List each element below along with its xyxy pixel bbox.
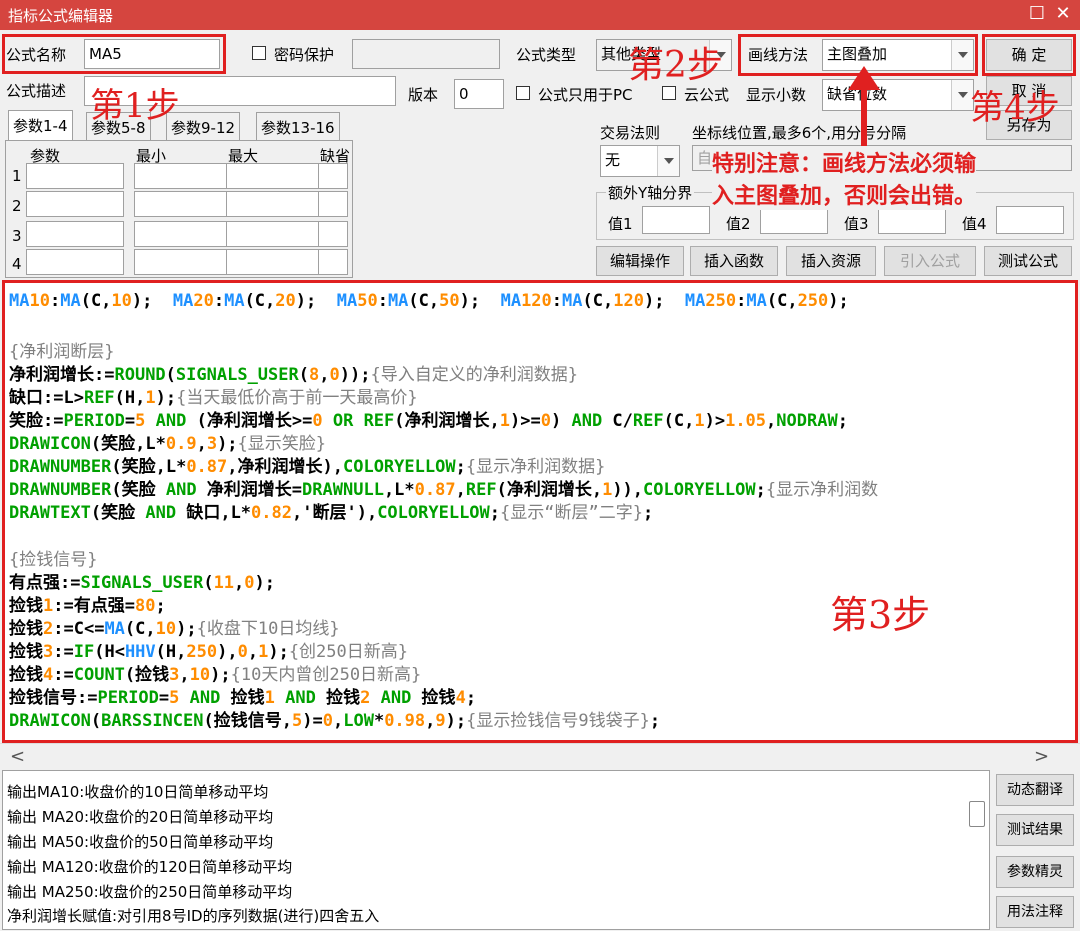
close-icon[interactable]: ✕ xyxy=(1052,3,1074,25)
version-label: 版本 xyxy=(408,86,439,104)
param-max-cell[interactable] xyxy=(226,249,324,275)
code-line: DRAWNUMBER(笑脸 AND 净利润增长=DRAWNULL,L*0.87,… xyxy=(9,480,879,500)
password-label: 密码保护 xyxy=(274,46,335,64)
usage-notes-button[interactable]: 用法注释 xyxy=(996,896,1074,928)
value3-label: 值3 xyxy=(844,215,869,233)
scroll-left-icon[interactable]: < xyxy=(10,746,25,767)
code-line: MA10:MA(C,10); MA20:MA(C,20); MA50:MA(C,… xyxy=(9,291,849,311)
pc-only-checkbox[interactable] xyxy=(516,86,530,100)
step1-annotation: 第1步 xyxy=(90,86,180,126)
value4-label: 值4 xyxy=(962,215,987,233)
dynamic-translate-button[interactable]: 动态翻译 xyxy=(996,774,1074,806)
pc-only-label: 公式只用于PC xyxy=(538,86,633,104)
param-min-cell[interactable] xyxy=(134,163,232,189)
param-grid-panel: 参数 最小 最大 缺省 1 2 3 4 xyxy=(5,140,353,278)
chevron-down-icon xyxy=(657,146,679,176)
param-default-cell[interactable] xyxy=(318,163,348,189)
trade-rule-select[interactable]: 无 xyxy=(600,145,680,177)
param-min-cell[interactable] xyxy=(134,221,232,247)
code-line: DRAWICON(BARSSINCEN(捡钱信号,5)=0,LOW*0.98,9… xyxy=(9,711,661,731)
output-line: 输出 MA20:收盘价的20日简单移动平均 xyxy=(7,808,274,826)
param-min-cell[interactable] xyxy=(134,249,232,275)
param-name-cell[interactable] xyxy=(26,163,124,189)
output-line: 输出 MA120:收盘价的120日简单移动平均 xyxy=(7,858,293,876)
decimals-label: 显示小数 xyxy=(746,86,807,104)
horizontal-scrollbar[interactable]: < > xyxy=(0,743,1080,769)
value1-input[interactable] xyxy=(642,206,710,234)
param-name-cell[interactable] xyxy=(26,249,124,275)
step2-annotation: 第2步 xyxy=(628,45,723,86)
code-line: {捡钱信号} xyxy=(9,550,98,570)
extra-y-axis-label: 额外Y轴分界 xyxy=(606,182,695,203)
param-wizard-button[interactable]: 参数精灵 xyxy=(996,856,1074,888)
tab-params-1-4[interactable]: 参数1-4 xyxy=(8,110,73,141)
value2-label: 值2 xyxy=(726,215,751,233)
tab-params-13-16[interactable]: 参数13-16 xyxy=(256,112,340,140)
param-max-cell[interactable] xyxy=(226,191,324,217)
param-default-cell[interactable] xyxy=(318,249,348,275)
scroll-right-icon[interactable]: > xyxy=(1034,746,1049,767)
maximize-icon[interactable]: ☐ xyxy=(1026,3,1048,25)
code-line: DRAWNUMBER(笑脸,L*0.87,净利润增长),COLORYELLOW;… xyxy=(9,457,606,477)
code-line: DRAWICON(笑脸,L*0.9,3);{显示笑脸} xyxy=(9,434,327,454)
import-formula-button[interactable]: 引入公式 xyxy=(884,246,976,276)
version-input[interactable]: 0 xyxy=(454,79,504,109)
code-line: 笑脸:=PERIOD=5 AND (净利润增长>=0 OR REF(净利润增长,… xyxy=(9,411,848,431)
warning-note-line2: 入主图叠加，否则会出错。 xyxy=(712,178,977,210)
param-row-number: 4 xyxy=(12,255,22,273)
formula-type-label: 公式类型 xyxy=(516,46,577,64)
formula-code-editor[interactable]: MA10:MA(C,10); MA20:MA(C,20); MA50:MA(C,… xyxy=(2,280,1078,743)
translation-output-panel: 输出MA10:收盘价的10日简单移动平均 输出 MA20:收盘价的20日简单移动… xyxy=(2,770,990,930)
code-line: 捡钱信号:=PERIOD=5 AND 捡钱1 AND 捡钱2 AND 捡钱4; xyxy=(9,688,477,708)
param-default-cell[interactable] xyxy=(318,191,348,217)
param-row-number: 2 xyxy=(12,197,22,215)
param-min-cell[interactable] xyxy=(134,191,232,217)
insert-resource-button[interactable]: 插入资源 xyxy=(786,246,876,276)
code-line: 捡钱1:=有点强=80; xyxy=(9,596,166,616)
value4-input[interactable] xyxy=(996,206,1064,234)
param-max-cell[interactable] xyxy=(226,221,324,247)
test-formula-button[interactable]: 测试公式 xyxy=(984,246,1072,276)
step4-highlight xyxy=(982,34,1076,76)
param-default-cell[interactable] xyxy=(318,221,348,247)
code-line: {净利润断层} xyxy=(9,342,115,362)
param-name-cell[interactable] xyxy=(26,191,124,217)
param-max-cell[interactable] xyxy=(226,163,324,189)
warning-note-line1: 特别注意：画线方法必须输 xyxy=(712,146,977,178)
value2-input[interactable] xyxy=(760,206,828,234)
code-line: 捡钱4:=COUNT(捡钱3,10);{10天内曾创250日新高} xyxy=(9,665,422,685)
password-input[interactable] xyxy=(352,39,500,69)
param-row-number: 3 xyxy=(12,227,22,245)
password-checkbox[interactable] xyxy=(252,46,266,60)
param-row-number: 1 xyxy=(12,167,22,185)
edit-operations-button[interactable]: 编辑操作 xyxy=(596,246,684,276)
formula-desc-label: 公式描述 xyxy=(6,82,67,100)
code-line: 捡钱3:=IF(H<HHV(H,250),0,1);{创250日新高} xyxy=(9,642,408,662)
code-line: 缺口:=L>REF(H,1);{当天最低价高于前一天最高价} xyxy=(9,388,418,408)
code-line: DRAWTEXT(笑脸 AND 缺口,L*0.82,'断层'),COLORYEL… xyxy=(9,503,654,523)
value3-input[interactable] xyxy=(878,206,946,234)
insert-function-button[interactable]: 插入函数 xyxy=(690,246,778,276)
step1-highlight xyxy=(2,34,226,74)
formula-editor-window: 指标公式编辑器 ☐ ✕ 公式名称 MA5 密码保护 公式类型 其他类型 画线方法… xyxy=(0,0,1080,931)
value1-label: 值1 xyxy=(608,215,633,233)
code-line: 净利润增长:=ROUND(SIGNALS_USER(8,0));{导入自定义的净… xyxy=(9,365,578,385)
step3-annotation: 第3步 xyxy=(830,593,931,637)
test-result-button[interactable]: 测试结果 xyxy=(996,814,1074,846)
output-line: 输出MA10:收盘价的10日简单移动平均 xyxy=(7,783,269,801)
trade-rule-label: 交易法则 xyxy=(600,124,661,142)
output-line: 净利润增长赋值:对引用8号ID的序列数据(进行)四舍五入 xyxy=(7,907,380,925)
cloud-formula-checkbox[interactable] xyxy=(662,86,676,100)
window-title: 指标公式编辑器 xyxy=(8,7,114,25)
title-bar: 指标公式编辑器 ☐ ✕ xyxy=(0,0,1080,30)
output-line: 输出 MA250:收盘价的250日简单移动平均 xyxy=(7,883,293,901)
vertical-scroll-thumb[interactable] xyxy=(969,801,985,827)
output-line: 输出 MA50:收盘价的50日简单移动平均 xyxy=(7,833,274,851)
trade-rule-value: 无 xyxy=(605,151,621,169)
code-line: 有点强:=SIGNALS_USER(11,0); xyxy=(9,573,276,593)
code-line: 捡钱2:=C<=MA(C,10);{收盘下10日均线} xyxy=(9,619,340,639)
step4-annotation: 第4步 xyxy=(970,88,1060,128)
param-name-cell[interactable] xyxy=(26,221,124,247)
